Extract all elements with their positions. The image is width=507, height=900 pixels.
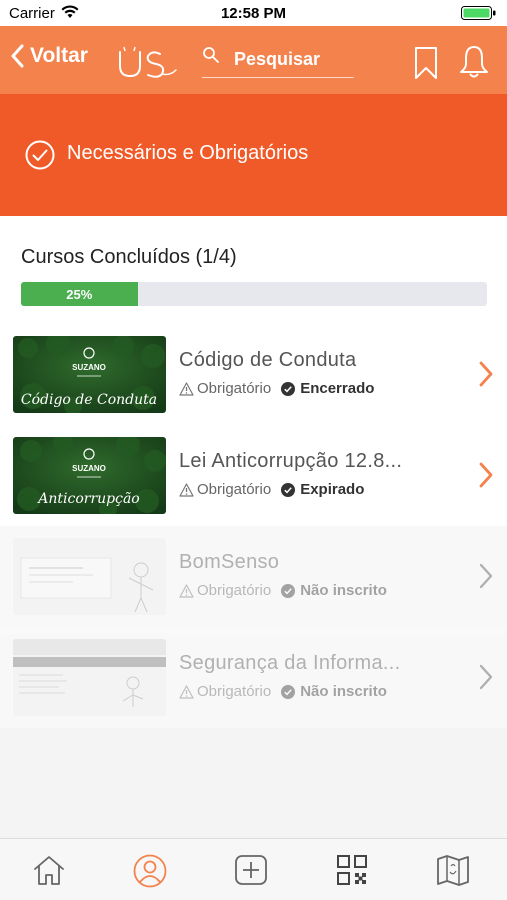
clock-label: 12:58 PM (220, 5, 287, 22)
course-tag-label: Obrigatório (197, 582, 272, 599)
progress-title: Cursos Concluídos (1/4) (21, 246, 237, 268)
home-icon[interactable] (32, 854, 66, 886)
course-title: Lei Anticorrupção 12.8... (179, 450, 403, 472)
course-status: Expirado (281, 481, 364, 498)
thumb-brand: SUZANO (72, 363, 106, 372)
thumb-title: Código de Conduta (21, 392, 157, 408)
course-tag-label: Obrigatório (197, 380, 272, 397)
warning-icon (179, 482, 194, 497)
back-button[interactable]: Voltar (10, 44, 88, 68)
warning-icon (179, 684, 194, 699)
progress-bar: 25% (21, 282, 487, 306)
profile-icon[interactable] (133, 854, 167, 888)
course-tag: Obrigatório (179, 582, 271, 599)
bookmark-icon[interactable] (414, 46, 438, 80)
course-tag: Obrigatório (179, 683, 271, 700)
course-thumbnail: SUZANO Anticorrupção (13, 437, 166, 514)
check-badge-icon (281, 583, 296, 598)
check-circle-icon (25, 140, 55, 170)
search-input[interactable] (234, 49, 354, 70)
chevron-right-icon (479, 563, 493, 589)
course-status-label: Não inscrito (300, 582, 387, 599)
course-item-seguranca-informacao[interactable]: Segurança da Informa... Obrigatório Não … (0, 627, 507, 728)
search-box[interactable] (202, 42, 354, 78)
course-meta: Obrigatório Não inscrito (179, 683, 387, 700)
course-status: Não inscrito (281, 683, 387, 700)
us-logo-icon (119, 46, 177, 78)
tab-bar (0, 838, 507, 900)
category-banner: Necessários e Obrigatórios (0, 94, 507, 216)
thumb-title: Anticorrupção (36, 491, 139, 507)
nav-bar: Voltar (0, 26, 507, 94)
progress-percent-label: 25% (66, 286, 93, 302)
chevron-right-icon (479, 361, 493, 387)
course-meta: Obrigatório Não inscrito (179, 582, 387, 599)
map-icon[interactable] (436, 854, 470, 886)
check-badge-icon (281, 684, 296, 699)
course-title: Código de Conduta (179, 349, 357, 371)
thumb-brand: SUZANO (72, 464, 106, 473)
check-badge-icon (281, 482, 296, 497)
status-bar: Carrier 12:58 PM (0, 0, 507, 26)
banner-title: Necessários e Obrigatórios (67, 142, 309, 164)
course-status-label: Expirado (300, 481, 365, 498)
progress-fill: 25% (21, 282, 138, 306)
course-thumbnail (13, 639, 166, 716)
course-thumbnail: SUZANO Código de Conduta (13, 336, 166, 413)
course-tag: Obrigatório (179, 380, 271, 397)
course-item-lei-anticorrupcao[interactable]: SUZANO Anticorrupção Lei Anticorrupção 1… (0, 425, 507, 526)
check-badge-icon (281, 381, 296, 396)
course-meta: Obrigatório Expirado (179, 481, 364, 498)
course-meta: Obrigatório Encerrado (179, 380, 374, 397)
course-status: Não inscrito (281, 582, 387, 599)
search-icon (203, 46, 219, 63)
course-tag-label: Obrigatório (197, 481, 272, 498)
course-status-label: Não inscrito (300, 683, 387, 700)
course-tag: Obrigatório (179, 481, 271, 498)
chevron-right-icon (479, 462, 493, 488)
course-item-bomsenso[interactable]: BomSenso Obrigatório Não inscrito (0, 526, 507, 627)
add-icon[interactable] (234, 854, 268, 886)
course-title: Segurança da Informa... (179, 652, 401, 674)
course-thumbnail (13, 538, 166, 615)
qr-code-icon[interactable] (336, 854, 368, 886)
course-status-label: Encerrado (300, 380, 375, 397)
back-label: Voltar (30, 44, 88, 67)
course-tag-label: Obrigatório (197, 683, 272, 700)
course-list: SUZANO Código de Conduta Código de Condu… (0, 324, 507, 728)
progress-section: Cursos Concluídos (1/4) 25% (0, 216, 507, 324)
chevron-right-icon (479, 664, 493, 690)
bell-icon[interactable] (458, 44, 490, 80)
warning-icon (179, 381, 194, 396)
course-item-codigo-conduta[interactable]: SUZANO Código de Conduta Código de Condu… (0, 324, 507, 425)
course-title: BomSenso (179, 551, 280, 573)
chevron-left-icon (11, 44, 24, 68)
course-status: Encerrado (281, 380, 374, 397)
battery-icon (461, 6, 496, 20)
warning-icon (179, 583, 194, 598)
